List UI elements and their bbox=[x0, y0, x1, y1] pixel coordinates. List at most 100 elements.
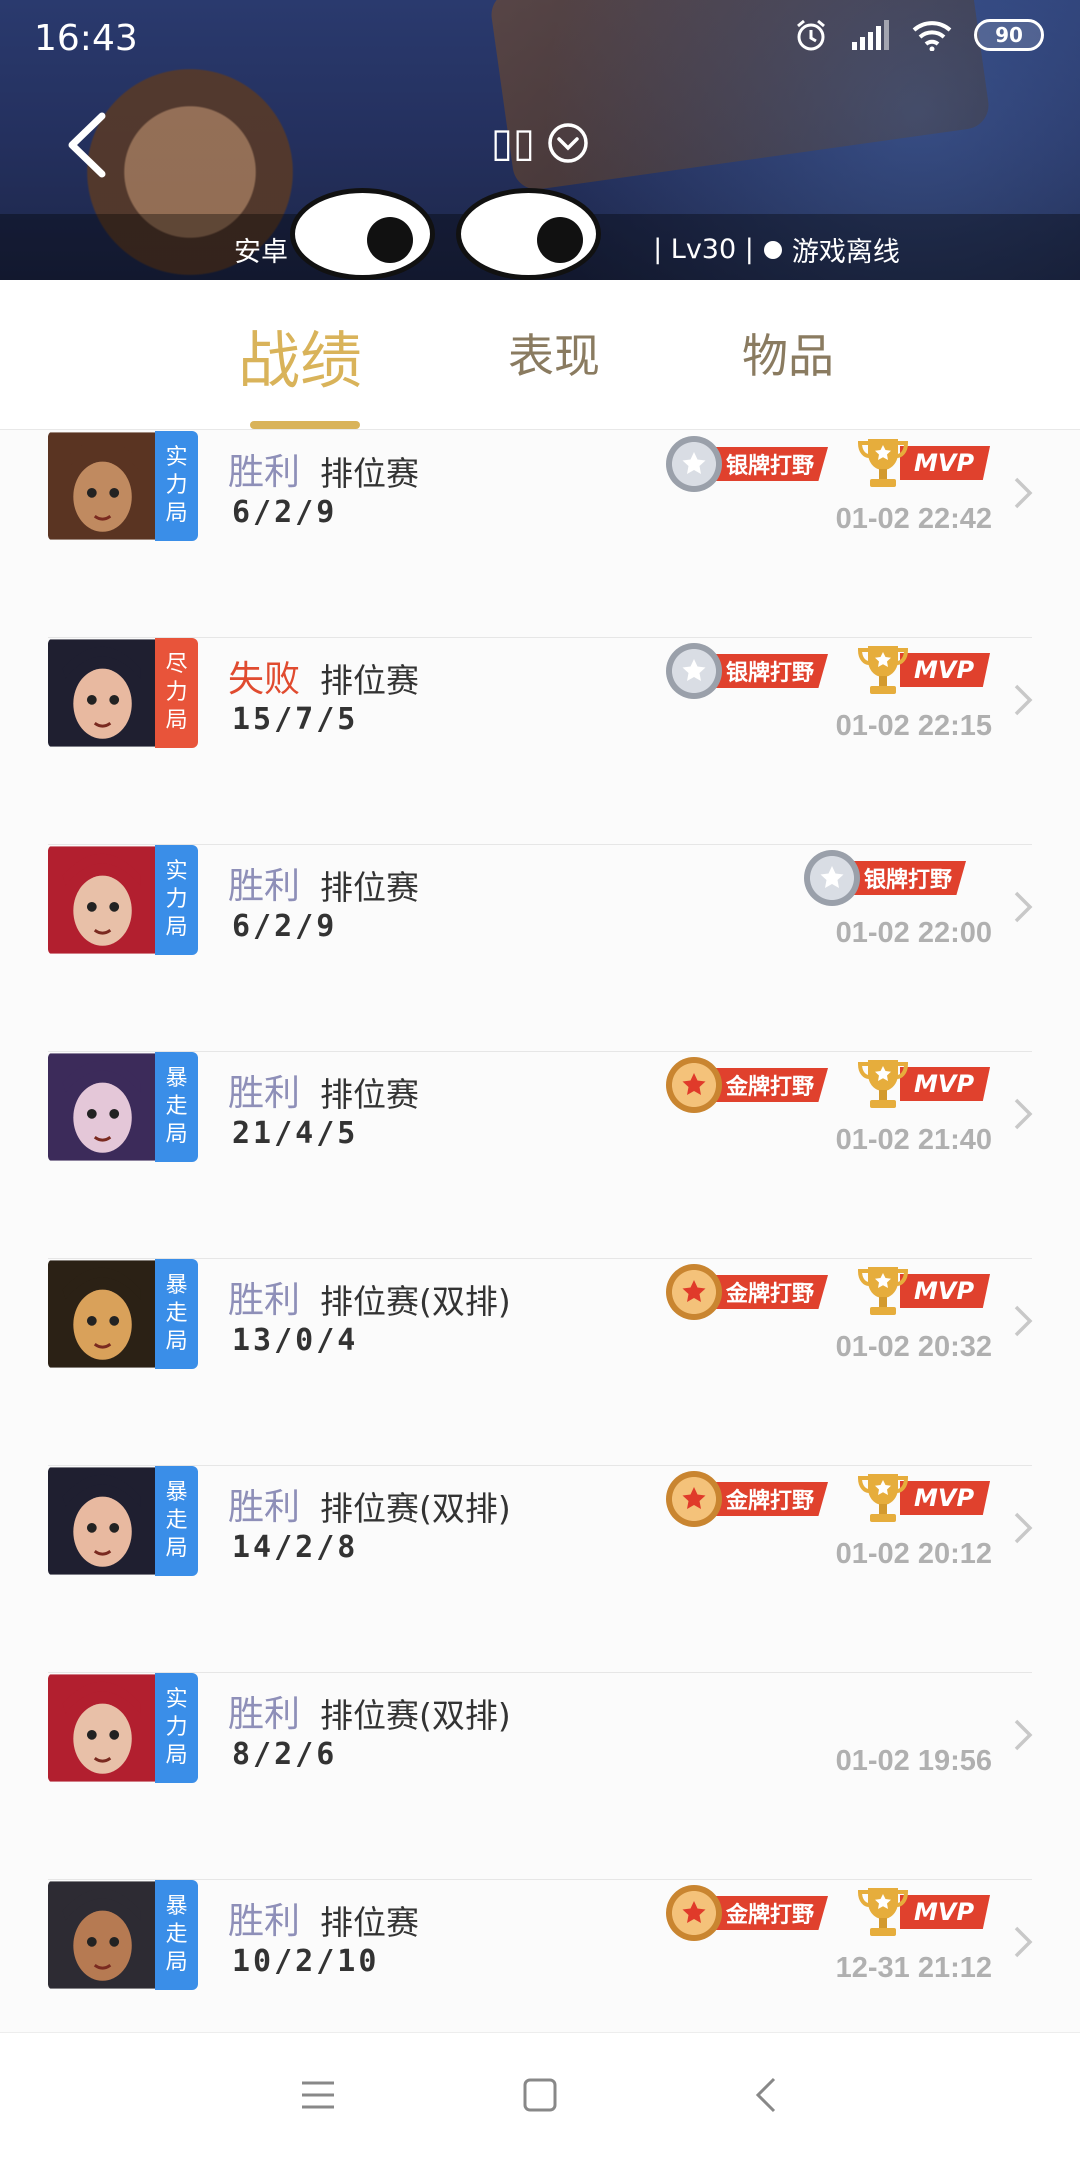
match-row[interactable]: 暴走局 胜利 排位赛(双排) 13/0/4 金牌打野 MVP 01-02 20:32 bbox=[0, 1259, 1080, 1466]
mode-tag-char: 力 bbox=[165, 1715, 188, 1740]
mode-tag-char: 局 bbox=[165, 501, 188, 526]
mode-tag-char: 暴 bbox=[165, 1273, 188, 1298]
mode-tag-char: 暴 bbox=[165, 1066, 188, 1091]
tab-records[interactable]: 战绩 bbox=[238, 310, 362, 400]
trophy-icon bbox=[857, 1060, 909, 1108]
medal bbox=[666, 1471, 722, 1527]
match-type: 排位赛 bbox=[320, 1075, 419, 1114]
chevron-right-icon bbox=[1014, 1926, 1033, 1958]
hero-avatar: 尽力局 bbox=[48, 638, 198, 748]
battery-indicator: 90 bbox=[974, 19, 1044, 51]
position-badge: 金牌打野 bbox=[666, 1057, 829, 1113]
battery-level: 90 bbox=[995, 23, 1023, 47]
match-row[interactable]: 实力局 胜利 排位赛 6/2/9 银牌打野 MVP 01-02 22:42 bbox=[0, 431, 1080, 638]
match-row[interactable]: 尽力局 失败 排位赛 15/7/5 银牌打野 MVP 01-02 22:15 bbox=[0, 638, 1080, 845]
status-time: 16:43 bbox=[34, 18, 138, 59]
chevron-right-icon bbox=[1014, 891, 1033, 923]
sticker-eye-right bbox=[456, 188, 601, 280]
mvp-label: MVP bbox=[900, 1481, 991, 1515]
mode-tag-char: 暴 bbox=[165, 1480, 188, 1505]
mode-tag-char: 走 bbox=[165, 1301, 188, 1326]
system-nav-bar bbox=[0, 2032, 1080, 2160]
kda: 6/2/9 bbox=[232, 909, 338, 944]
mode-tag-char: 实 bbox=[165, 445, 188, 470]
medal bbox=[666, 436, 722, 492]
trophy-icon bbox=[857, 646, 909, 694]
kda: 14/2/8 bbox=[232, 1530, 359, 1565]
mode-tag-char: 局 bbox=[165, 1329, 188, 1354]
mode-tag: 暴走局 bbox=[155, 1052, 198, 1162]
badge-label: 金牌打野 bbox=[708, 1068, 829, 1102]
match-time: 01-02 22:42 bbox=[835, 503, 992, 535]
gold-medal-icon bbox=[682, 1280, 706, 1302]
hero-portrait bbox=[48, 846, 156, 954]
alarm-icon bbox=[797, 19, 825, 51]
kda: 10/2/10 bbox=[232, 1944, 380, 1979]
match-result: 胜利 bbox=[228, 1280, 301, 1321]
mode-tag-char: 实 bbox=[165, 859, 188, 884]
match-row[interactable]: 暴走局 胜利 排位赛 21/4/5 金牌打野 MVP 01-02 21:40 bbox=[0, 1052, 1080, 1259]
silver-medal-icon bbox=[682, 659, 706, 681]
player-name-selector[interactable]: ▯▯ bbox=[0, 120, 1080, 166]
mvp-badge: MVP bbox=[856, 1263, 991, 1319]
player-level: | Lv30 | bbox=[653, 234, 754, 265]
mode-tag: 实力局 bbox=[155, 1673, 198, 1783]
mode-tag: 暴走局 bbox=[155, 1466, 198, 1576]
hero-portrait bbox=[48, 432, 156, 540]
badge-label: 金牌打野 bbox=[708, 1482, 829, 1516]
match-row[interactable]: 暴走局 胜利 排位赛 10/2/10 金牌打野 MVP 12-31 21:12 bbox=[0, 1880, 1080, 2031]
chevron-right-icon bbox=[1014, 477, 1033, 509]
mode-tag-char: 暴 bbox=[165, 1894, 188, 1919]
tab-items[interactable]: 物品 bbox=[742, 320, 834, 386]
match-row[interactable]: 暴走局 胜利 排位赛(双排) 14/2/8 金牌打野 MVP 01-02 20:12 bbox=[0, 1466, 1080, 1673]
hero-avatar: 暴走局 bbox=[48, 1880, 198, 1990]
tab-bar: 战绩 表现 物品 bbox=[0, 280, 1080, 430]
mode-tag-char: 局 bbox=[165, 1950, 188, 1975]
match-result: 胜利 bbox=[228, 1901, 301, 1942]
kda: 8/2/6 bbox=[232, 1737, 338, 1772]
mode-tag-char: 力 bbox=[165, 887, 188, 912]
gold-medal-icon bbox=[682, 1487, 706, 1509]
match-row[interactable]: 实力局 胜利 排位赛(双排) 8/2/6 01-02 19:56 bbox=[0, 1673, 1080, 1880]
mode-tag-char: 走 bbox=[165, 1508, 188, 1533]
match-row[interactable]: 实力局 胜利 排位赛 6/2/9 银牌打野 01-02 22:00 bbox=[0, 845, 1080, 1052]
wifi-icon bbox=[912, 21, 952, 51]
hero-portrait bbox=[48, 1674, 156, 1782]
match-type: 排位赛 bbox=[320, 454, 419, 493]
mode-tag-char: 力 bbox=[165, 680, 188, 705]
match-time: 01-02 20:32 bbox=[835, 1331, 992, 1363]
trophy-icon bbox=[857, 1267, 909, 1315]
mvp-label: MVP bbox=[900, 1895, 991, 1929]
sticker-eye-left bbox=[290, 188, 435, 280]
match-type: 排位赛(双排) bbox=[320, 1696, 511, 1735]
back-icon[interactable] bbox=[746, 2073, 790, 2117]
badge-label: 银牌打野 bbox=[708, 447, 829, 481]
hero-portrait bbox=[48, 1881, 156, 1989]
badge-label: 银牌打野 bbox=[708, 654, 829, 688]
mvp-label: MVP bbox=[900, 653, 991, 687]
badge-label: 金牌打野 bbox=[708, 1275, 829, 1309]
match-result: 胜利 bbox=[228, 1487, 301, 1528]
tab-performance[interactable]: 表现 bbox=[508, 320, 600, 386]
badge-label: 银牌打野 bbox=[846, 861, 967, 895]
match-result: 胜利 bbox=[228, 1694, 301, 1735]
hero-avatar: 实力局 bbox=[48, 1673, 198, 1783]
mvp-label: MVP bbox=[900, 1067, 991, 1101]
match-time: 01-02 20:12 bbox=[835, 1538, 992, 1570]
trophy-icon bbox=[857, 439, 909, 487]
position-badge: 金牌打野 bbox=[666, 1885, 829, 1941]
medal bbox=[666, 1057, 722, 1113]
game-status: 游戏离线 bbox=[791, 237, 900, 268]
home-icon[interactable] bbox=[518, 2073, 562, 2117]
chevron-right-icon bbox=[1014, 684, 1033, 716]
trophy-icon bbox=[857, 1474, 909, 1522]
chevron-circle-icon bbox=[548, 123, 588, 163]
trophy-icon bbox=[857, 1888, 909, 1936]
status-icons: 90 bbox=[794, 18, 1044, 52]
match-time: 01-02 22:00 bbox=[835, 917, 992, 949]
mode-tag-char: 走 bbox=[165, 1094, 188, 1119]
mode-tag-char: 局 bbox=[165, 1743, 188, 1768]
menu-icon[interactable] bbox=[296, 2073, 340, 2117]
hero-portrait bbox=[48, 1467, 156, 1575]
mode-tag-char: 局 bbox=[165, 1536, 188, 1561]
